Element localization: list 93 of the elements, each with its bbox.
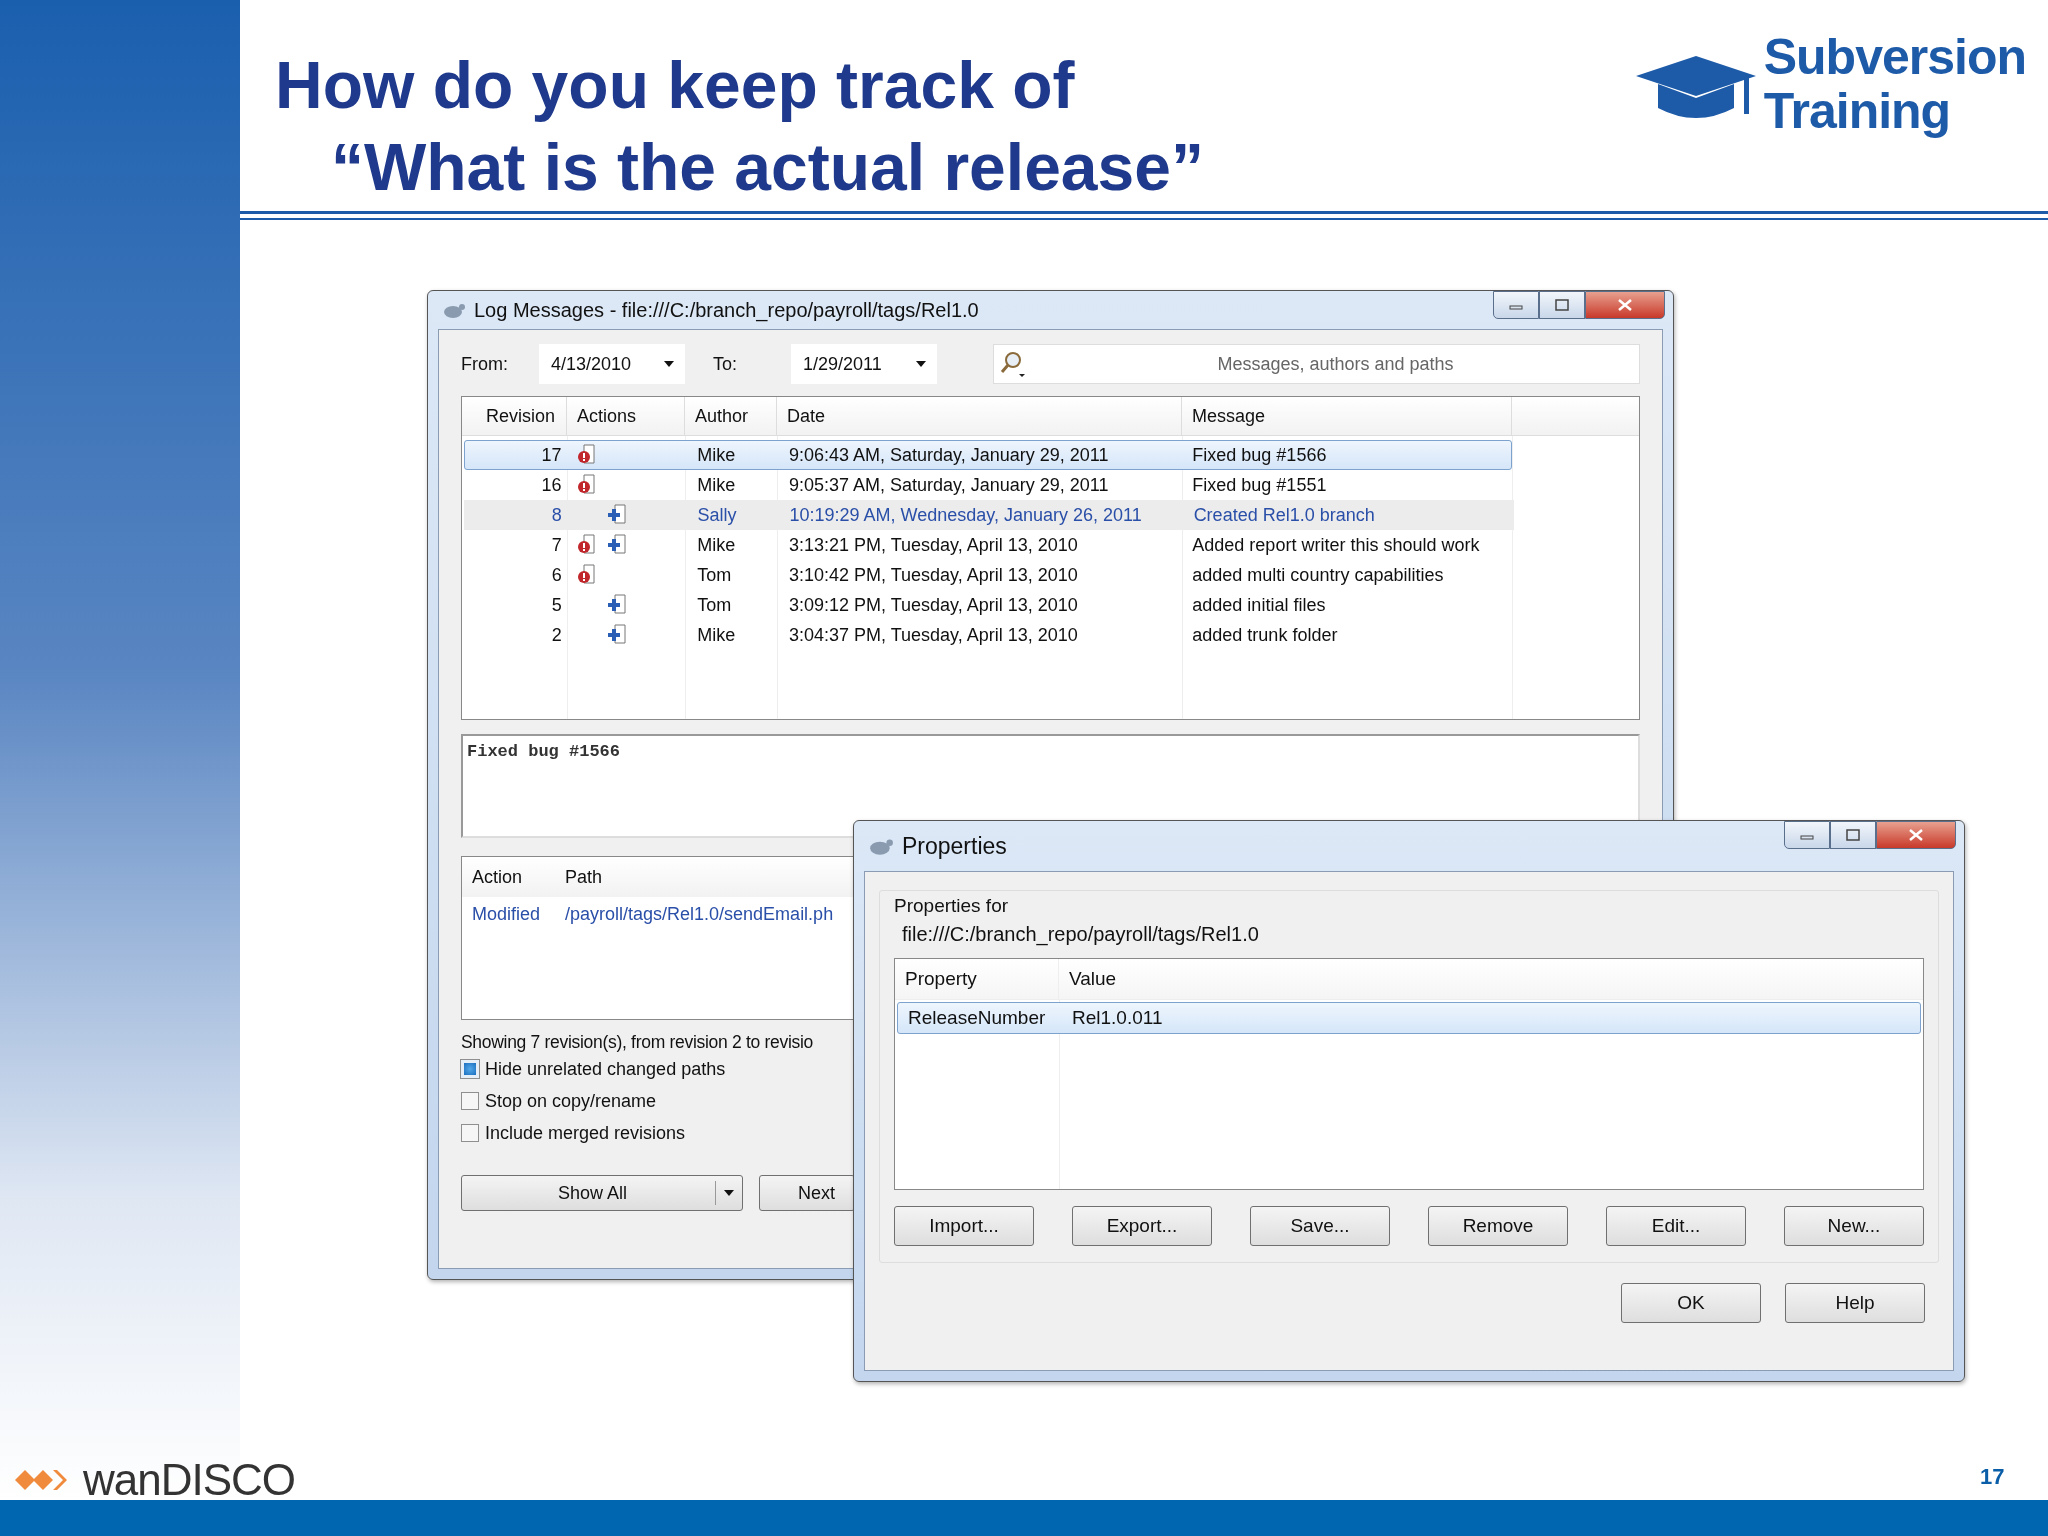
date-cell-text: 9:06:43 AM, Saturday, January 29, 2011 [787, 444, 1110, 466]
dialog-button[interactable]: Import... [894, 1206, 1034, 1246]
logo-text: Subversion [1763, 30, 2026, 84]
revision-row[interactable]: 17 Mike 9:06:43 AM, Saturday, January 29, 2011 Fixed bug #1566 [464, 440, 1512, 470]
message-cell-text: Fixed bug #1551 [1191, 474, 1328, 496]
revision-number: 8 [550, 504, 563, 526]
revision-row[interactable]: 6 Tom 3:10:42 PM, Tuesday, April 13, 2010 added multi country capabilities [464, 560, 1512, 590]
column-header[interactable]: Author [685, 397, 777, 435]
value-cell-text: Rel1.0.011 [1071, 1007, 1164, 1029]
column-header[interactable]: Revision [462, 397, 567, 435]
message-cell-text: Created Rel1.0 branch [1192, 504, 1376, 526]
maximize-button[interactable] [1539, 291, 1585, 319]
revision-row[interactable]: 16 Mike 9:05:37 AM, Saturday, January 29, 2011 Fixed bug #1551 [464, 470, 1512, 500]
from-label: From: [461, 353, 509, 375]
message-cell-text: added multi country capabilities [1191, 564, 1445, 586]
page-number: 17 [1980, 1464, 2005, 1490]
date-cell-text: 3:10:42 PM, Tuesday, April 13, 2010 [787, 564, 1079, 586]
column-header[interactable]: Message [1182, 397, 1512, 435]
checkbox-label: Include merged revisions [485, 1122, 686, 1144]
close-icon [1617, 298, 1633, 312]
message-cell-text: Added report writer this should work [1191, 534, 1481, 556]
checkbox[interactable] [461, 1092, 479, 1110]
dropdown-icon [724, 1190, 734, 1196]
property-cell-text: ReleaseNumber [907, 1007, 1047, 1029]
column-header[interactable]: Path [555, 866, 613, 888]
date-cell-text: 3:13:21 PM, Tuesday, April 13, 2010 [787, 534, 1079, 556]
date-cell-text: 10:19:29 AM, Wednesday, January 26, 2011 [788, 504, 1143, 526]
column-header[interactable]: Value [1059, 968, 1127, 990]
group-label: Properties for [894, 895, 1010, 917]
close-button[interactable] [1876, 821, 1956, 849]
path-cell-text: /payroll/tags/Rel1.0/sendEmail.ph [564, 903, 835, 925]
status-text: Showing 7 revision(s), from revision 2 to revisio [461, 1032, 814, 1053]
author-cell-text: Mike [696, 444, 737, 466]
author-cell-text: Tom [696, 564, 733, 586]
window-title: Log Messages - file:///C:/branch_repo/payroll/tags/Rel1.0 [474, 298, 979, 322]
next-button[interactable]: Next [759, 1175, 855, 1211]
date-cell-text: 9:05:37 AM, Saturday, January 29, 2011 [787, 474, 1110, 496]
column-header[interactable]: Date [777, 397, 1182, 435]
to-label: To: [713, 353, 738, 375]
checkbox-label: Hide unrelated changed paths [485, 1058, 726, 1080]
revision-number: 2 [550, 624, 563, 646]
checkbox-label: Stop on copy/rename [485, 1090, 657, 1112]
to-date-field[interactable]: 1/29/2011 [791, 344, 937, 384]
slide-title: How do you keep track of [275, 47, 1076, 124]
date-cell-text: 3:09:12 PM, Tuesday, April 13, 2010 [787, 594, 1079, 616]
revision-row[interactable]: 8 Sally 10:19:29 AM, Wednesday, January 26, 2011 Created Rel1.0 branch [464, 500, 1514, 530]
minimize-button[interactable] [1784, 821, 1830, 849]
dialog-button[interactable]: OK [1621, 1283, 1761, 1323]
from-date-field[interactable]: 4/13/2010 [539, 344, 685, 384]
revision-number: 5 [550, 594, 563, 616]
revision-row[interactable]: 5 Tom 3:09:12 PM, Tuesday, April 13, 2010 added initial files [464, 590, 1512, 620]
author-cell-text: Tom [696, 594, 733, 616]
path-text: file:///C:/branch_repo/payroll/tags/Rel1.0 [901, 923, 1260, 946]
message-cell-text: added trunk folder [1191, 624, 1339, 646]
column-header[interactable]: Actions [567, 397, 685, 435]
message-cell-text: added initial files [1191, 594, 1327, 616]
close-button[interactable] [1585, 291, 1665, 319]
maximize-icon [1846, 829, 1860, 841]
author-cell-text: Mike [696, 534, 737, 556]
brand-text: wanDISCO [83, 1455, 296, 1505]
minimize-button[interactable] [1493, 291, 1539, 319]
revision-number: 7 [550, 534, 563, 556]
column-header[interactable]: Property [895, 959, 1059, 999]
show-all-button[interactable]: Show All [461, 1175, 743, 1211]
search-field[interactable]: Messages, authors and paths [993, 344, 1640, 384]
message-text: Fixed bug #1566 [467, 742, 621, 761]
dialog-button[interactable]: Help [1785, 1283, 1925, 1323]
property-row[interactable]: ReleaseNumber Rel1.0.011 [897, 1002, 1921, 1034]
author-cell-text: Sally [696, 504, 738, 526]
action-cell-text: Modified [471, 903, 542, 925]
maximize-button[interactable] [1830, 821, 1876, 849]
close-icon [1908, 828, 1924, 842]
message-cell-text: Fixed bug #1566 [1191, 444, 1328, 466]
maximize-icon [1555, 299, 1569, 311]
slide-title: “What is the actual release” [330, 129, 1204, 206]
revision-number: 17 [540, 444, 563, 466]
author-cell-text: Mike [696, 474, 737, 496]
date-cell-text: 3:04:37 PM, Tuesday, April 13, 2010 [787, 624, 1079, 646]
author-cell-text: Mike [696, 624, 737, 646]
column-header[interactable]: Action [462, 866, 555, 888]
revision-number: 6 [550, 564, 563, 586]
dialog-button[interactable]: Export... [1072, 1206, 1212, 1246]
revision-row[interactable]: 2 Mike 3:04:37 PM, Tuesday, April 13, 2010 added trunk folder [464, 620, 1512, 650]
revision-number: 16 [540, 474, 563, 496]
dialog-button[interactable]: Remove [1428, 1206, 1568, 1246]
dialog-button[interactable]: Save... [1250, 1206, 1390, 1246]
logo-text: Training [1763, 84, 1952, 138]
dropdown-icon [663, 360, 675, 368]
dialog-button[interactable]: New... [1784, 1206, 1924, 1246]
revision-row[interactable]: 7 Mike 3:13:21 PM, Tuesday, April 13, 2010 Added report writer this should work [464, 530, 1512, 560]
dropdown-icon [915, 360, 927, 368]
dialog-button[interactable]: Edit... [1606, 1206, 1746, 1246]
checkbox[interactable] [461, 1124, 479, 1142]
